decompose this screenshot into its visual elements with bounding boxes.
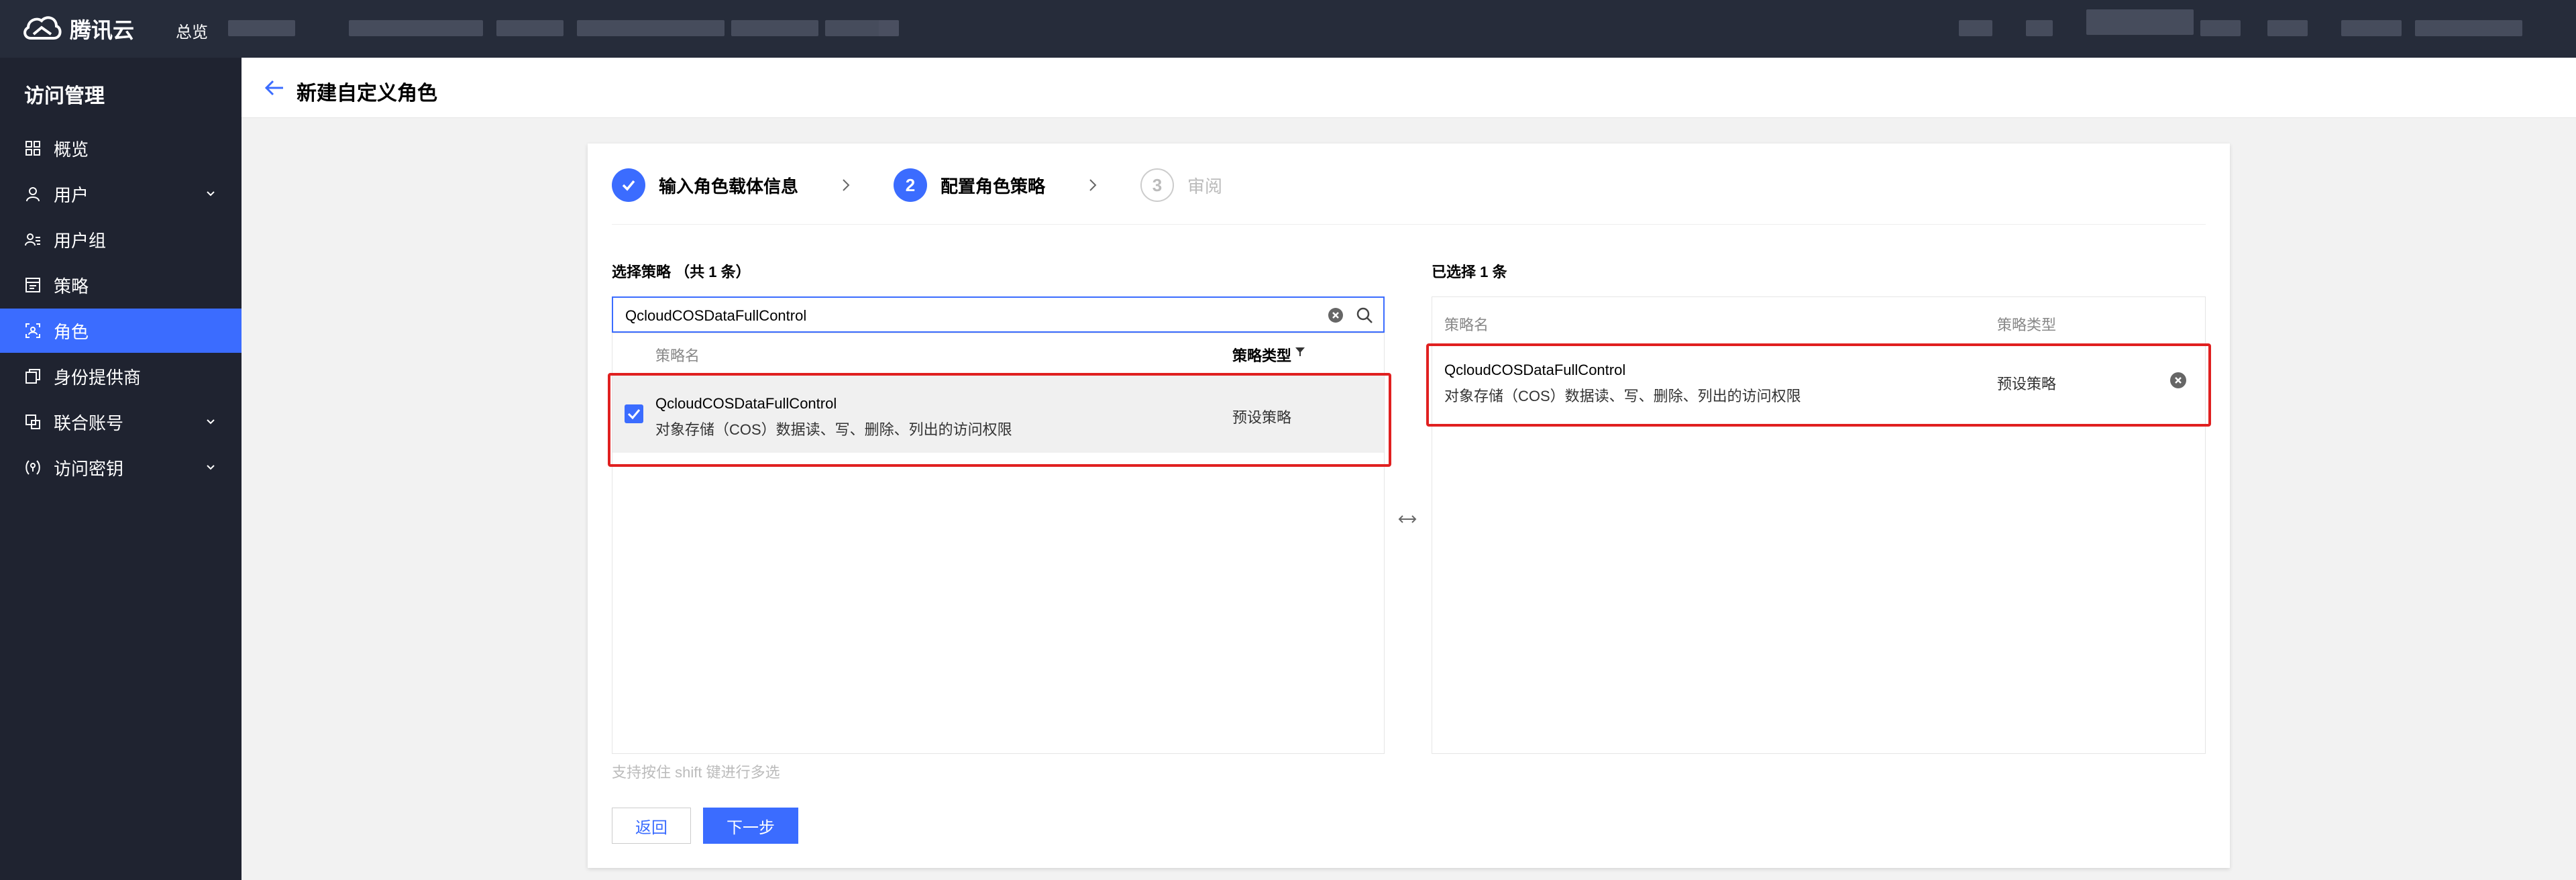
sidebar-title: 访问管理 bbox=[24, 85, 105, 107]
sidebar-item-users[interactable]: 用户 bbox=[0, 172, 241, 216]
sidebar-item-overview[interactable]: 概览 bbox=[0, 126, 241, 170]
step-label: 配置角色策略 bbox=[941, 176, 1046, 197]
user-group-icon bbox=[25, 233, 40, 246]
sidebar-item-label: 用户 bbox=[54, 184, 89, 205]
sidebar-item-policies[interactable]: 策略 bbox=[0, 263, 241, 307]
sidebar-item-identity-providers[interactable]: 身份提供商 bbox=[0, 354, 241, 398]
step-1-done bbox=[612, 168, 645, 202]
blurred-nav-item[interactable] bbox=[2341, 20, 2402, 36]
sidebar: 访问管理 概览 用户 用户组 策略 角色 身份提供商 联合账号 访问密钥 bbox=[0, 58, 241, 880]
back-button[interactable]: 返回 bbox=[612, 808, 691, 844]
blurred-nav-item[interactable] bbox=[2200, 20, 2241, 36]
selected-policies-title: 已选择 1 条 bbox=[1432, 264, 1507, 280]
sidebar-item-label: 概览 bbox=[54, 139, 89, 160]
stepper: 输入角色载体信息 2 配置角色策略 3 审阅 bbox=[612, 166, 1222, 204]
blurred-nav-item[interactable] bbox=[879, 20, 899, 36]
brand-logo[interactable]: 腾讯云 bbox=[21, 12, 134, 46]
user-icon bbox=[26, 187, 40, 202]
blurred-nav-item[interactable] bbox=[2086, 9, 2194, 35]
column-header-type[interactable]: 策略类型 bbox=[1232, 344, 1291, 366]
role-icon bbox=[25, 323, 40, 338]
sidebar-item-label: 身份提供商 bbox=[54, 367, 142, 388]
blurred-nav-item[interactable] bbox=[496, 20, 564, 36]
chevron-down-icon bbox=[207, 465, 215, 470]
blurred-nav-item[interactable] bbox=[2267, 20, 2308, 36]
blurred-nav-item[interactable] bbox=[1959, 20, 1992, 36]
blurred-nav-item[interactable] bbox=[2026, 20, 2053, 36]
sidebar-item-label: 联合账号 bbox=[54, 412, 124, 433]
select-policies-title: 选择策略 （共 1 条） bbox=[612, 264, 751, 280]
wizard-card: 输入角色载体信息 2 配置角色策略 3 审阅 选择策略 （共 1 条） Qclo… bbox=[588, 144, 2230, 868]
search-icon[interactable] bbox=[1355, 306, 1374, 325]
brand-name: 腾讯云 bbox=[70, 18, 135, 42]
column-header-type: 策略类型 bbox=[1997, 317, 2057, 333]
clear-icon[interactable] bbox=[1327, 307, 1344, 324]
next-step-button[interactable]: 下一步 bbox=[703, 808, 798, 844]
blurred-account[interactable] bbox=[2415, 20, 2522, 36]
blurred-nav-item[interactable] bbox=[349, 20, 483, 36]
step-label: 审阅 bbox=[1187, 176, 1223, 197]
top-nav: 腾讯云 总览 bbox=[0, 0, 2576, 58]
arrow-left-icon[interactable] bbox=[263, 76, 286, 99]
sidebar-item-label: 访问密钥 bbox=[54, 458, 124, 479]
multiselect-hint: 支持按住 shift 键进行多选 bbox=[612, 764, 780, 781]
chevron-right-icon bbox=[1089, 179, 1097, 191]
page-header: 新建自定义角色 bbox=[241, 58, 2576, 118]
check-icon bbox=[622, 180, 635, 191]
step-2-current: 2 bbox=[894, 168, 928, 202]
grid-icon bbox=[25, 141, 40, 156]
column-header-name: 策略名 bbox=[1444, 317, 1489, 333]
chevron-down-icon bbox=[207, 191, 215, 197]
sidebar-item-label: 角色 bbox=[54, 321, 89, 342]
swap-arrows-icon bbox=[1398, 515, 1417, 523]
divider bbox=[612, 224, 2206, 225]
cloud-logo-icon bbox=[23, 16, 62, 40]
sidebar-item-access-keys[interactable]: 访问密钥 bbox=[0, 445, 241, 490]
chevron-right-icon bbox=[843, 179, 850, 191]
sidebar-item-user-groups[interactable]: 用户组 bbox=[0, 217, 241, 262]
identity-provider-icon bbox=[25, 369, 40, 384]
highlight-box bbox=[608, 373, 1391, 467]
sidebar-item-federated-accounts[interactable]: 联合账号 bbox=[0, 400, 241, 444]
chevron-down-icon bbox=[207, 419, 215, 425]
federated-account-icon bbox=[25, 415, 40, 429]
sidebar-item-label: 策略 bbox=[54, 276, 89, 296]
filter-icon[interactable] bbox=[1294, 345, 1306, 358]
blurred-nav-item[interactable] bbox=[228, 20, 295, 36]
highlight-box bbox=[1426, 343, 2211, 427]
sidebar-item-roles[interactable]: 角色 bbox=[0, 309, 241, 353]
blurred-nav-item[interactable] bbox=[577, 20, 724, 36]
step-label: 输入角色载体信息 bbox=[659, 176, 799, 197]
page-title: 新建自定义角色 bbox=[297, 82, 437, 105]
column-header-name: 策略名 bbox=[655, 347, 700, 364]
policy-search-input[interactable]: QcloudCOSDataFullControl bbox=[612, 296, 1385, 333]
key-icon bbox=[25, 460, 40, 475]
policy-icon bbox=[25, 278, 40, 292]
sidebar-item-label: 用户组 bbox=[54, 230, 107, 251]
search-value: QcloudCOSDataFullControl bbox=[625, 307, 807, 324]
blurred-nav-item[interactable] bbox=[731, 20, 818, 36]
step-3-todo: 3 bbox=[1140, 168, 1175, 202]
nav-overview-link[interactable]: 总览 bbox=[176, 19, 208, 42]
